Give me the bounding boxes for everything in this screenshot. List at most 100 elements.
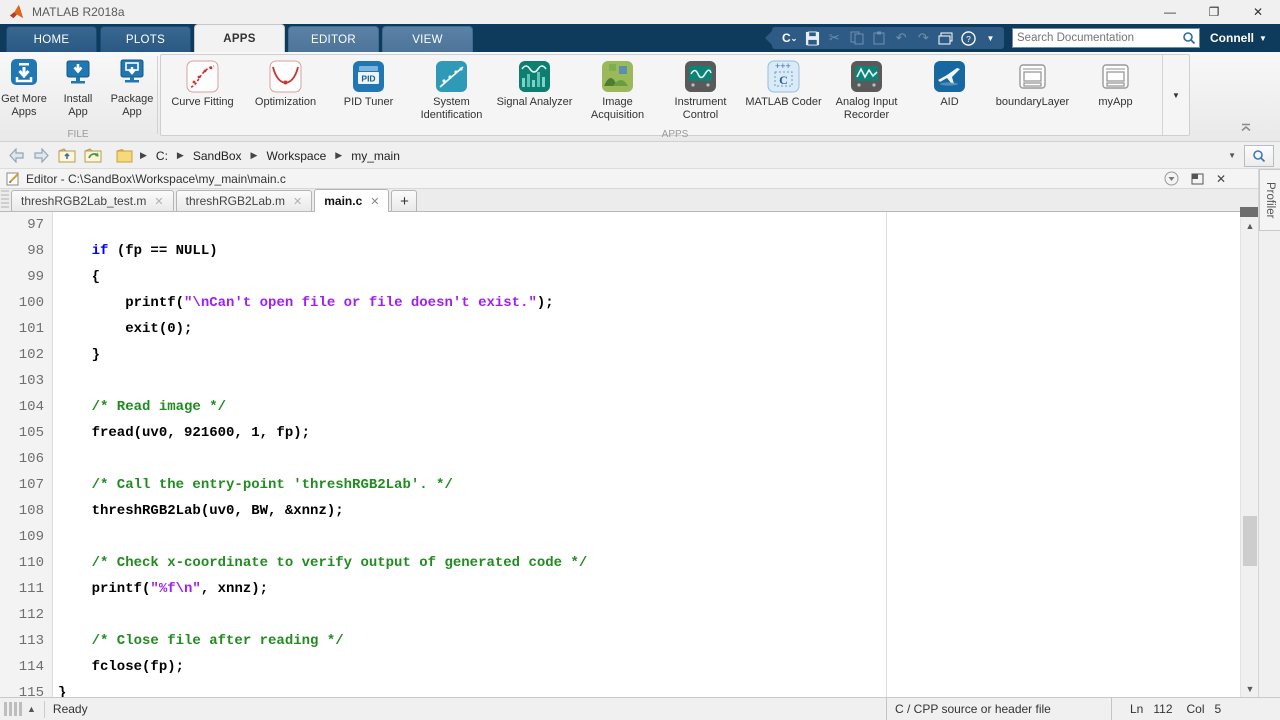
vertical-scrollbar[interactable]: ▲ ▼ [1240, 218, 1258, 697]
minimize-ribbon-button[interactable] [1240, 119, 1252, 137]
doc-tab-threshRGB2Lab_test.m[interactable]: threshRGB2Lab_test.m✕ [11, 190, 174, 211]
gallery-expand-button[interactable]: ▼ [1162, 55, 1189, 135]
breadcrumb-item[interactable]: my_main [349, 148, 402, 164]
layout-icon[interactable] [938, 30, 953, 47]
pane-menu-icon[interactable] [1164, 171, 1179, 186]
app-label: Image Acquisition [591, 96, 644, 121]
close-button[interactable]: ✕ [1236, 0, 1280, 24]
minimize-button[interactable]: — [1148, 0, 1192, 24]
breadcrumb-item[interactable]: C: [154, 148, 170, 164]
matlab-logo-icon [8, 4, 26, 20]
breadcrumb-item[interactable]: SandBox [191, 148, 244, 164]
app-label: MATLAB Coder [745, 96, 821, 109]
code-row[interactable]: 109 [0, 524, 1240, 550]
quick-access-toolbar: C⌄ ✂ ↶ ↷ ? ▼ [772, 27, 1004, 49]
up-one-level-icon[interactable] [58, 148, 76, 163]
code-row[interactable]: 106 [0, 446, 1240, 472]
back-icon[interactable] [8, 148, 25, 163]
scrollbar-thumb[interactable] [1243, 516, 1257, 566]
tab-close-icon[interactable]: ✕ [293, 195, 302, 208]
button-label: Package App [111, 93, 154, 118]
ribbon-tab-view[interactable]: VIEW [382, 26, 473, 52]
get-more-apps-button[interactable]: Get More Apps [0, 56, 48, 118]
code-row[interactable]: 112 [0, 602, 1240, 628]
app-instrument-control[interactable]: Instrument Control [659, 57, 742, 135]
help-icon[interactable]: ? [960, 30, 975, 47]
tab-close-icon[interactable]: ✕ [370, 195, 379, 208]
line-number: 105 [0, 425, 44, 441]
cut-icon[interactable]: ✂ [827, 30, 842, 47]
app-curve-fitting[interactable]: Curve Fitting [161, 57, 244, 135]
tab-close-icon[interactable]: ✕ [154, 195, 163, 208]
window-title: MATLAB R2018a [32, 5, 125, 19]
code-row[interactable]: 97 [0, 212, 1240, 238]
new-tab-button[interactable]: + [391, 190, 417, 211]
user-menu[interactable]: Connell ▼ [1210, 28, 1267, 48]
ribbon-tab-editor[interactable]: EDITOR [288, 26, 379, 52]
pid-tuner-icon: PID [352, 60, 385, 93]
browse-folder-icon[interactable] [84, 148, 102, 163]
app-optimization[interactable]: Optimization [244, 57, 327, 135]
breadcrumb-item[interactable]: Workspace [264, 148, 328, 164]
app-system-identification[interactable]: System Identification [410, 57, 493, 135]
current-folder-shortcut-icon[interactable]: C⌄ [782, 30, 797, 47]
app-boundarylayer[interactable]: boundaryLayer [991, 57, 1074, 135]
app-myapp[interactable]: myApp [1074, 57, 1157, 135]
code-row[interactable]: 98 if (fp == NULL) [0, 238, 1240, 264]
code-row[interactable]: 114 fclose(fp); [0, 654, 1240, 680]
profiler-side-tab[interactable]: Profiler [1259, 169, 1280, 231]
undo-icon[interactable]: ↶ [894, 30, 909, 47]
code-row[interactable]: 101 exit(0); [0, 316, 1240, 342]
ribbon-apps-panel: Get More AppsInstall AppPackage App FILE… [0, 52, 1280, 142]
app-analog-input-recorder[interactable]: Analog Input Recorder [825, 57, 908, 135]
package-app-button[interactable]: Package App [108, 56, 156, 118]
code-row[interactable]: 115} [0, 680, 1240, 697]
code-row[interactable]: 111 printf("%f\n", xnnz); [0, 576, 1240, 602]
copy-icon[interactable] [849, 30, 864, 47]
code-row[interactable]: 107 /* Call the entry-point 'threshRGB2L… [0, 472, 1240, 498]
save-icon[interactable] [804, 30, 819, 47]
app-signal-analyzer[interactable]: Signal Analyzer [493, 57, 576, 135]
restore-button[interactable]: ❐ [1192, 0, 1236, 24]
code-row[interactable]: 110 /* Check x-coordinate to verify outp… [0, 550, 1240, 576]
code-row[interactable]: 99 { [0, 264, 1240, 290]
code-row[interactable]: 102 } [0, 342, 1240, 368]
statusbar-grip[interactable] [4, 702, 22, 716]
code-row[interactable]: 108 threshRGB2Lab(uv0, BW, &xnnz); [0, 498, 1240, 524]
statusbar-expand-icon[interactable]: ▲ [27, 704, 36, 714]
code-row[interactable]: 113 /* Close file after reading */ [0, 628, 1240, 654]
code-text: } [58, 685, 66, 697]
dock-icon[interactable] [1191, 173, 1204, 185]
app-aid[interactable]: AID [908, 57, 991, 135]
ribbon-tab-home[interactable]: HOME [6, 26, 97, 52]
app-label: myApp [1098, 96, 1132, 109]
qat-dropdown-icon[interactable]: ▼ [983, 30, 998, 47]
code-row[interactable]: 104 /* Read image */ [0, 394, 1240, 420]
ribbon-tab-apps[interactable]: APPS [194, 24, 285, 52]
forward-icon[interactable] [33, 148, 50, 163]
matlab-coder-icon: +++C [767, 60, 800, 93]
code-row[interactable]: 100 printf("\nCan't open file or file do… [0, 290, 1240, 316]
ribbon-tab-plots[interactable]: PLOTS [100, 26, 191, 52]
code-text: fread(uv0, 921600, 1, fp); [58, 425, 310, 441]
pane-close-icon[interactable]: ✕ [1216, 172, 1226, 186]
tab-grip-handle[interactable] [1, 190, 9, 210]
search-icon[interactable] [1182, 31, 1196, 45]
doc-tab-main.c[interactable]: main.c✕ [314, 189, 389, 212]
app-pid-tuner[interactable]: PIDPID Tuner [327, 57, 410, 135]
breadcrumb: ▶C:▶SandBox▶Workspace▶my_main [116, 148, 402, 164]
scroll-down-icon[interactable]: ▼ [1241, 681, 1259, 697]
code-editor[interactable]: 9798 if (fp == NULL)99 {100 printf("\nCa… [0, 212, 1240, 697]
code-row[interactable]: 105 fread(uv0, 921600, 1, fp); [0, 420, 1240, 446]
doc-tab-threshRGB2Lab.m[interactable]: threshRGB2Lab.m✕ [176, 190, 313, 211]
search-input[interactable] [1013, 32, 1182, 44]
app-matlab-coder[interactable]: +++C MATLAB Coder [742, 57, 825, 135]
address-dropdown-icon[interactable]: ▼ [1228, 151, 1236, 160]
paste-icon[interactable] [871, 30, 886, 47]
app-image-acquisition[interactable]: Image Acquisition [576, 57, 659, 135]
redo-icon[interactable]: ↷ [916, 30, 931, 47]
scroll-up-icon[interactable]: ▲ [1241, 218, 1259, 234]
search-folder-button[interactable] [1244, 145, 1274, 167]
code-row[interactable]: 103 [0, 368, 1240, 394]
install-app-button[interactable]: Install App [54, 56, 102, 118]
